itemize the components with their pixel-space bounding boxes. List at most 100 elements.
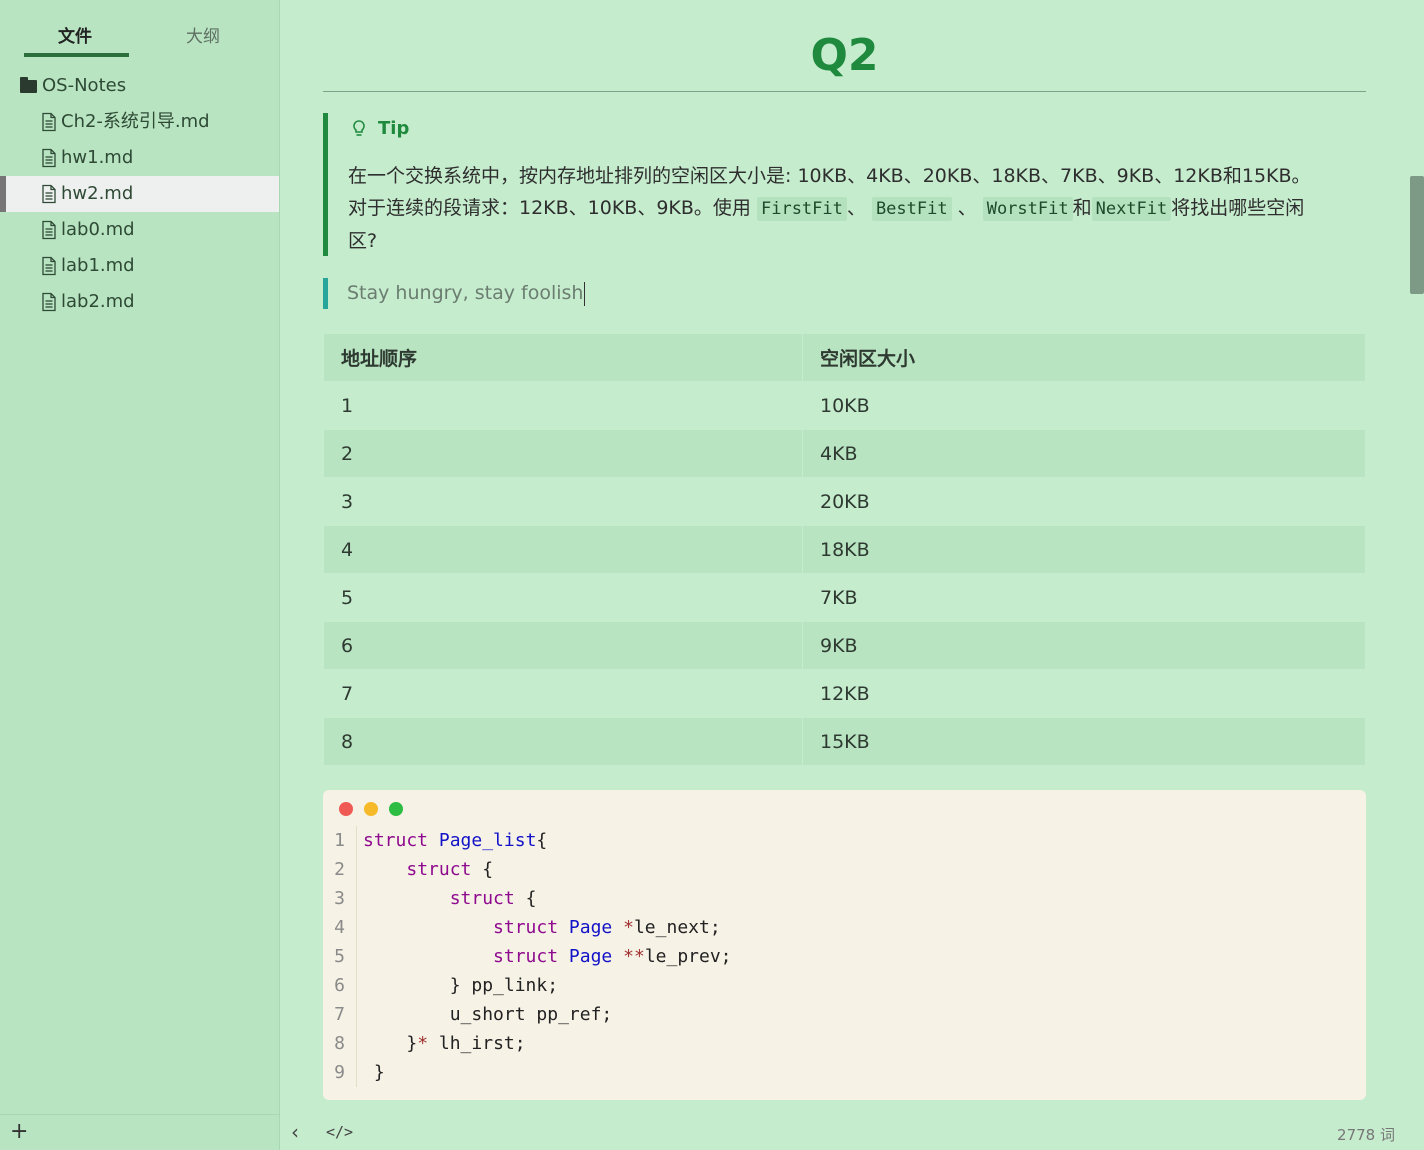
- table-header-cell: 地址顺序: [323, 333, 803, 382]
- table-cell: 1: [323, 381, 803, 430]
- lightbulb-icon: [353, 119, 365, 136]
- file-label: lab2.md: [61, 291, 135, 312]
- line-number: 2: [323, 855, 357, 884]
- code-line: 8 } * lh_irst;: [323, 1029, 1366, 1058]
- code-block[interactable]: 1 struct Page_list {2 struct {3 struct {4 …: [323, 790, 1366, 1100]
- code-token: struct: [449, 888, 515, 909]
- file-item[interactable]: hw2.md: [0, 176, 279, 212]
- tab-files[interactable]: 文件: [58, 22, 92, 47]
- line-number: 7: [323, 1000, 357, 1029]
- file-item[interactable]: hw1.md: [0, 140, 279, 176]
- blockquote[interactable]: Stay hungry, stay foolish: [323, 278, 923, 309]
- file-label: hw2.md: [61, 183, 134, 204]
- code-token: **: [623, 946, 645, 967]
- table-row: 3 20KB: [323, 477, 1366, 526]
- chevron-left-icon[interactable]: ‹: [291, 1120, 299, 1144]
- table-cell: 8: [323, 717, 803, 766]
- file-item[interactable]: lab0.md: [0, 212, 279, 248]
- editor-main: Q2 Tip 在一个交换系统中，按内存地址排列的空闲区大小是: 10KB、4KB…: [281, 0, 1408, 1114]
- table-row: 8 15KB: [323, 717, 1366, 766]
- file-icon: [40, 292, 58, 312]
- inline-code-worstfit: WorstFit: [982, 197, 1073, 221]
- code-token: u_short pp_ref;: [449, 1004, 613, 1025]
- code-token: {: [471, 859, 494, 880]
- add-file-button[interactable]: +: [10, 1121, 28, 1143]
- table-row: 5 7KB: [323, 573, 1366, 622]
- code-token: *: [417, 1033, 429, 1054]
- inline-code-nextfit: NextFit: [1091, 197, 1172, 221]
- code-token: }: [406, 1033, 418, 1054]
- table-cell: 15KB: [802, 717, 1366, 766]
- free-block-table[interactable]: 地址顺序 空闲区大小 1 10KB 2 4KB 3 20KB 4 18KB 5 7KB 6 9KB 7 1…: [323, 333, 1366, 766]
- scrollbar-thumb[interactable]: [1410, 176, 1424, 294]
- page-title[interactable]: Q2: [323, 30, 1366, 81]
- tip-line-1: 在一个交换系统中，按内存地址排列的空闲区大小是: 10KB、4KB、20KB、1…: [348, 165, 1311, 187]
- code-lines: 1 struct Page_list {2 struct {3 struct {4 …: [323, 826, 1366, 1087]
- source-code-icon[interactable]: </>: [326, 1123, 353, 1141]
- word-count[interactable]: 2778 词: [1337, 1124, 1395, 1145]
- table-row: 7 12KB: [323, 669, 1366, 718]
- code-token: Page: [568, 917, 613, 938]
- inline-code-bestfit: BestFit: [871, 197, 952, 221]
- separator: 、: [846, 197, 866, 219]
- tab-outline[interactable]: 大纲: [186, 22, 220, 47]
- code-line: 2 struct {: [323, 855, 1366, 884]
- file-item[interactable]: lab2.md: [0, 284, 279, 320]
- sidebar-tabs: 文件 大纲: [0, 0, 279, 60]
- folder-os-notes[interactable]: OS-Notes: [0, 68, 279, 104]
- tip-line-2: 对于连续的段请求：12KB、10KB、9KB。使用 FirstFit、 Best…: [348, 192, 1348, 225]
- line-number: 4: [323, 913, 357, 942]
- status-bar: ‹ </> 2778 词: [281, 1114, 1424, 1150]
- yellow-dot-icon: [364, 802, 378, 816]
- title-divider: [323, 91, 1366, 92]
- table-row: 4 18KB: [323, 525, 1366, 574]
- tip-line-3: 区?: [348, 230, 378, 252]
- tip-text-span: 将找出哪些空闲: [1171, 197, 1305, 219]
- file-icon: [40, 112, 58, 132]
- table-row: 2 4KB: [323, 429, 1366, 478]
- code-token: lh_irst;: [428, 1033, 526, 1054]
- line-number: 3: [323, 884, 357, 913]
- code-token: le_next;: [633, 917, 721, 938]
- table-cell: 6: [323, 621, 803, 670]
- code-token: } pp_link;: [449, 975, 559, 996]
- tip-text: 在一个交换系统中，按内存地址排列的空闲区大小是: 10KB、4KB、20KB、1…: [348, 160, 1348, 257]
- table-cell: 2: [323, 429, 803, 478]
- table-cell: 7: [323, 669, 803, 718]
- line-number: 1: [323, 826, 357, 855]
- code-token: Page_list: [438, 830, 537, 851]
- file-item[interactable]: lab1.md: [0, 248, 279, 284]
- window-dots: [339, 802, 414, 816]
- quote-text: Stay hungry, stay foolish: [347, 282, 584, 304]
- line-number: 8: [323, 1029, 357, 1058]
- red-dot-icon: [339, 802, 353, 816]
- file-icon: [40, 148, 58, 168]
- tip-callout[interactable]: Tip 在一个交换系统中，按内存地址排列的空闲区大小是: 10KB、4KB、20…: [323, 113, 1366, 256]
- table-cell: 4KB: [802, 429, 1366, 478]
- line-number: 6: [323, 971, 357, 1000]
- table-cell: 5: [323, 573, 803, 622]
- table-header-cell: 空闲区大小: [802, 333, 1366, 382]
- file-item[interactable]: Ch2-系统引导.md: [0, 104, 279, 140]
- code-token: }: [373, 1062, 385, 1083]
- line-number: 9: [323, 1058, 357, 1087]
- file-icon: [40, 256, 58, 276]
- table-cell: 4: [323, 525, 803, 574]
- scrollbar[interactable]: [1408, 0, 1424, 1114]
- active-tab-indicator: [24, 53, 129, 57]
- folder-icon: [20, 76, 37, 93]
- inline-code-firstfit: FirstFit: [756, 197, 847, 221]
- code-token: struct: [493, 946, 559, 967]
- table-cell: 18KB: [802, 525, 1366, 574]
- code-line: 3 struct {: [323, 884, 1366, 913]
- green-dot-icon: [389, 802, 403, 816]
- code-line: 4 struct Page * le_next;: [323, 913, 1366, 942]
